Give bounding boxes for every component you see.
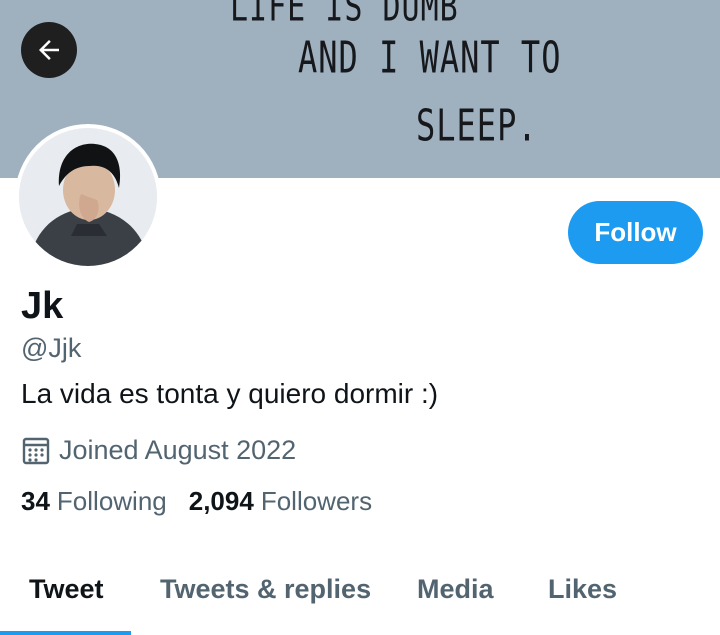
profile-bio: La vida es tonta y quiero dormir :) <box>21 378 439 409</box>
following-count: 34 <box>21 486 50 516</box>
joined-date: Joined August 2022 <box>21 434 296 466</box>
follow-stats: 34 Following 2,094 Followers <box>21 486 372 517</box>
back-button[interactable] <box>21 22 77 78</box>
banner-line: AND I WANT TO <box>298 32 562 84</box>
tab-likes[interactable]: Likes <box>548 574 617 605</box>
avatar-photo <box>19 128 157 266</box>
profile-handle: @Jjk <box>21 333 82 363</box>
avatar[interactable] <box>15 124 161 270</box>
tab-tweets[interactable]: Tweet <box>29 574 104 605</box>
tab-media[interactable]: Media <box>417 574 494 605</box>
banner-handwritten-text: LIFE IS DUMB AND I WANT TO SLEEP. <box>230 0 598 178</box>
calendar-icon <box>22 437 50 465</box>
banner-line: SLEEP. <box>416 100 538 152</box>
arrow-left-icon <box>39 40 59 60</box>
active-tab-indicator <box>0 631 131 635</box>
followers-link[interactable]: 2,094 Followers <box>189 486 372 517</box>
followers-label: Followers <box>260 486 373 516</box>
following-link[interactable]: 34 Following <box>21 486 167 517</box>
banner-line: LIFE IS DUMB <box>230 0 459 32</box>
joined-label: Joined August 2022 <box>59 434 297 465</box>
following-label: Following <box>56 486 167 516</box>
profile-tabs: Tweet Tweets & replies Media Likes <box>0 560 720 635</box>
follow-button[interactable]: Follow <box>568 201 703 264</box>
tab-tweets-and-replies[interactable]: Tweets & replies <box>160 574 371 605</box>
display-name: Jk <box>21 285 64 327</box>
followers-count: 2,094 <box>188 486 254 516</box>
